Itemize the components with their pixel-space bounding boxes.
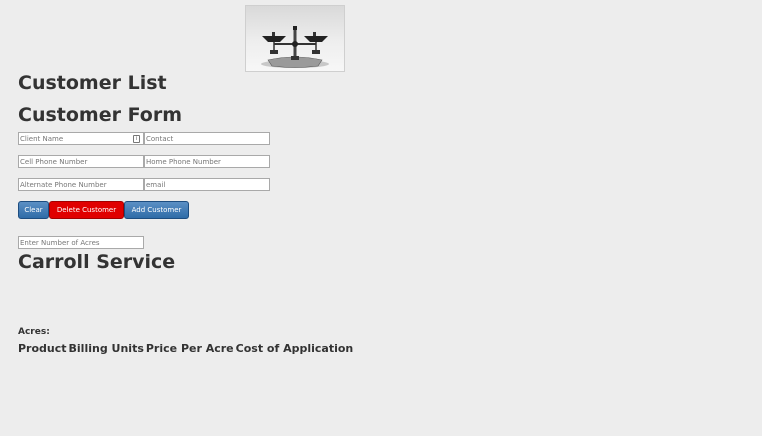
contact-card-icon[interactable]: ⁞ [133,135,140,143]
column-header-billing-units: Billing Units [68,342,144,355]
alternate-phone-input[interactable] [18,178,144,191]
acres-label: Acres: [18,327,50,337]
cell-phone-input[interactable] [18,155,144,168]
column-header-cost-of-application: Cost of Application [235,342,354,355]
column-header-price-per-acre: Price Per Acre [145,342,234,355]
email-input[interactable] [144,178,270,191]
acres-input[interactable] [18,236,144,249]
add-customer-button[interactable]: Add Customer [124,201,189,219]
service-heading: Carroll Service [18,251,176,273]
service-table-header: Product Billing Units Price Per Acre Cos… [18,342,353,355]
logo-image [245,5,345,72]
delete-customer-button[interactable]: Delete Customer [49,201,124,219]
clear-button[interactable]: Clear [18,201,49,219]
balance-scale-icon [261,26,329,68]
customer-list-heading: Customer List [18,72,167,94]
column-header-product: Product [18,342,67,355]
client-name-input[interactable] [18,132,144,145]
contact-input[interactable] [144,132,270,145]
home-phone-input[interactable] [144,155,270,168]
customer-form-heading: Customer Form [18,104,183,126]
